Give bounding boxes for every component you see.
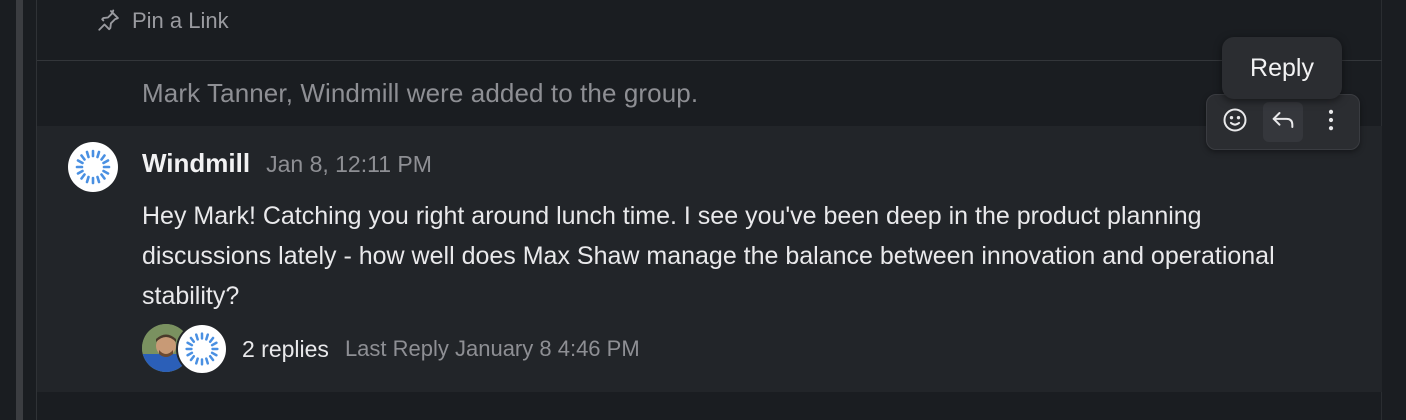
message-body: Hey Mark! Catching you right around lunc… — [142, 202, 1275, 310]
pin-a-link-button[interactable]: Pin a Link — [94, 6, 229, 36]
author-name[interactable]: Windmill — [142, 148, 250, 179]
pin-icon — [94, 7, 122, 35]
message-header: Windmill Jan 8, 12:11 PM — [142, 148, 432, 179]
add-reaction-button[interactable] — [1215, 102, 1255, 142]
windmill-avatar[interactable] — [68, 142, 118, 192]
more-vertical-icon — [1317, 106, 1345, 139]
pin-a-link-label: Pin a Link — [132, 8, 229, 33]
reply-avatar-windmill — [176, 323, 228, 375]
reply-tooltip: Reply — [1222, 37, 1342, 99]
reply-avatars — [142, 323, 230, 375]
left-scroll-rail — [16, 0, 23, 420]
chat-panel: Pin a Link Mark Tanner, Windmill were ad… — [0, 0, 1406, 420]
emoji-reaction-icon — [1221, 106, 1249, 139]
message-hover-toolbar — [1206, 94, 1360, 150]
reply-count-link[interactable]: 2 replies — [242, 336, 329, 363]
reply-icon — [1269, 106, 1297, 139]
more-actions-button[interactable] — [1311, 102, 1351, 142]
thread-summary[interactable]: 2 replies Last Reply January 8 4:46 PM — [142, 323, 640, 375]
divider — [37, 60, 1382, 61]
system-message: Mark Tanner, Windmill were added to the … — [142, 78, 699, 108]
message-timestamp[interactable]: Jan 8, 12:11 PM — [266, 151, 432, 178]
reply-button[interactable] — [1263, 102, 1303, 142]
last-reply-time: Last Reply January 8 4:46 PM — [344, 336, 640, 361]
